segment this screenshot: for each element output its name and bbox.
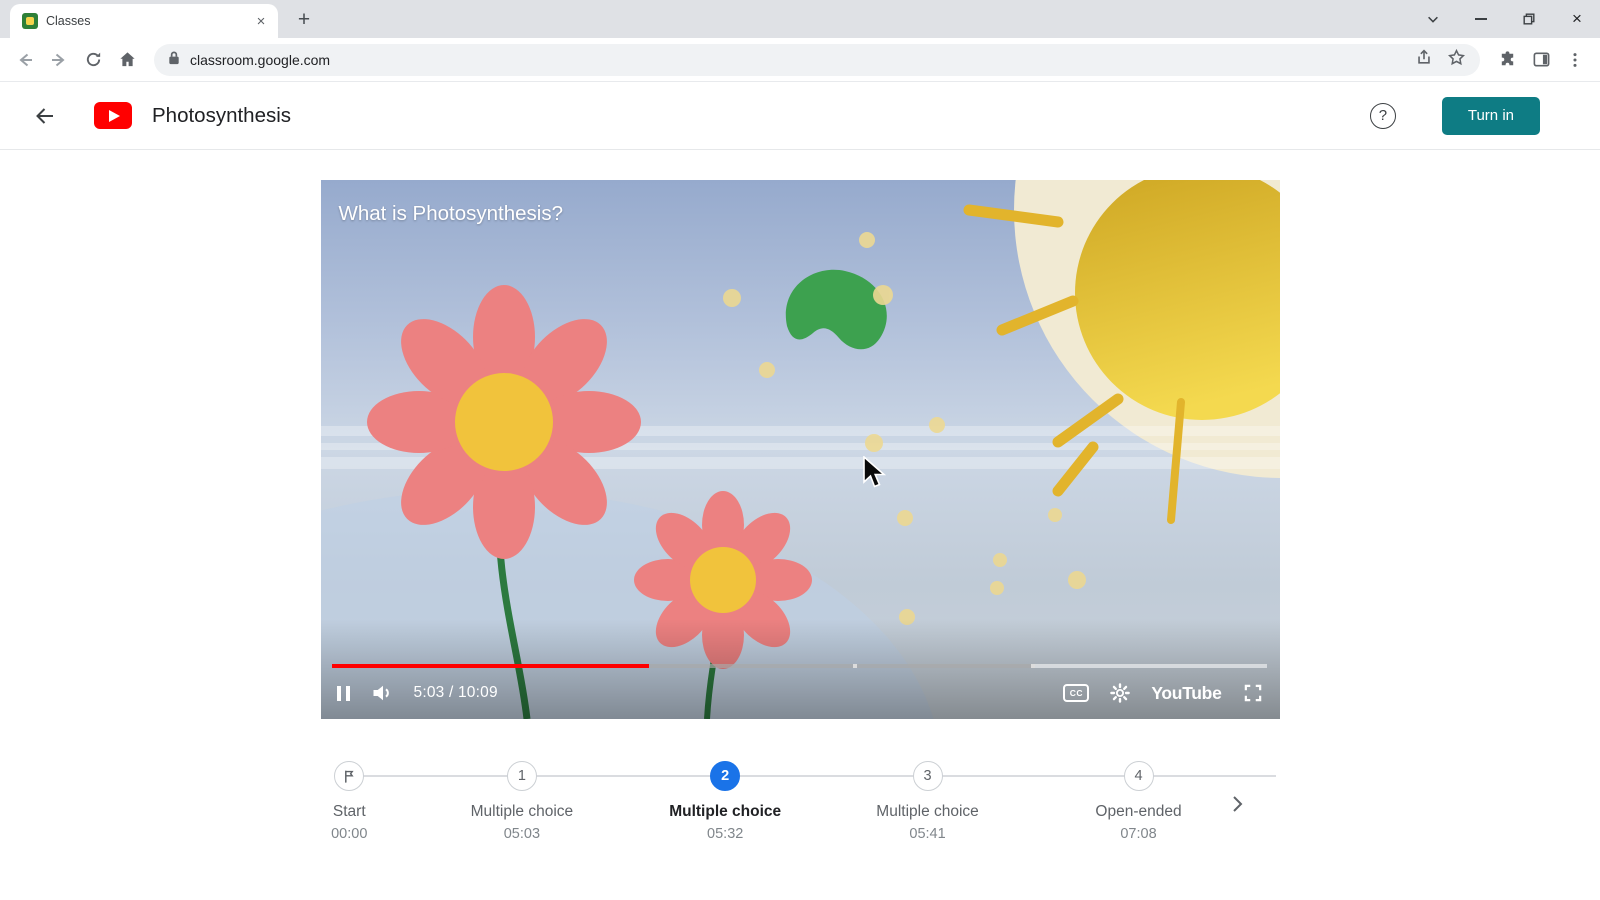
new-tab-button[interactable]: +	[290, 6, 318, 34]
extensions-icon[interactable]	[1492, 45, 1522, 75]
url-bar[interactable]: classroom.google.com	[154, 44, 1480, 76]
turn-in-button[interactable]: Turn in	[1442, 97, 1540, 135]
volume-icon[interactable]	[370, 681, 394, 705]
step-number: 4	[1124, 761, 1154, 791]
fullscreen-icon[interactable]	[1242, 682, 1264, 704]
timeline-step-label: Multiple choice	[669, 803, 781, 821]
close-icon[interactable]: ×	[1568, 10, 1586, 28]
address-bar: classroom.google.com	[0, 38, 1600, 82]
assignment-header: Photosynthesis ? Turn in	[0, 82, 1600, 150]
side-panel-icon[interactable]	[1526, 45, 1556, 75]
home-icon[interactable]	[112, 45, 142, 75]
youtube-logo-icon	[94, 102, 132, 129]
reload-icon[interactable]	[78, 45, 108, 75]
share-icon[interactable]	[1415, 48, 1433, 71]
timeline-step-1[interactable]: 1 Multiple choice 05:03	[427, 761, 617, 842]
captions-icon[interactable]: CC	[1063, 684, 1089, 702]
video-progress-played	[332, 664, 650, 668]
minimize-icon[interactable]	[1472, 10, 1490, 28]
timeline-step-time: 00:00	[331, 826, 367, 842]
chevron-down-icon[interactable]	[1424, 10, 1442, 28]
timeline-step-time: 05:41	[909, 826, 945, 842]
timeline-step-start[interactable]: Start 00:00	[254, 761, 444, 842]
flag-icon	[334, 761, 364, 791]
tab-strip: Classes × + ×	[0, 0, 1600, 38]
timeline-step-label: Multiple choice	[876, 803, 979, 821]
timeline-step-2[interactable]: 2 Multiple choice 05:32	[630, 761, 820, 842]
step-number: 2	[710, 761, 740, 791]
url-text: classroom.google.com	[190, 52, 1405, 68]
step-number: 1	[507, 761, 537, 791]
step-number: 3	[913, 761, 943, 791]
timeline-step-3[interactable]: 3 Multiple choice 05:41	[833, 761, 1023, 842]
video-progress-bar[interactable]	[332, 664, 1267, 668]
timeline-step-time: 05:03	[504, 826, 540, 842]
restore-icon[interactable]	[1520, 10, 1538, 28]
bookmark-star-icon[interactable]	[1447, 48, 1466, 72]
back-arrow-icon[interactable]	[30, 101, 60, 131]
question-timeline: Start 00:00 1 Multiple choice 05:03 2 Mu…	[321, 761, 1280, 881]
timeline-step-label: Open-ended	[1095, 803, 1181, 821]
progress-question-marker	[1031, 664, 1035, 668]
timeline-step-label: Start	[333, 803, 366, 821]
youtube-wordmark[interactable]: YouTube	[1151, 683, 1221, 704]
window-controls: ×	[1424, 0, 1586, 38]
classroom-favicon-icon	[22, 13, 38, 29]
tab-title: Classes	[46, 14, 244, 28]
pause-icon[interactable]	[337, 686, 350, 701]
lock-icon	[168, 50, 180, 70]
back-icon[interactable]	[10, 45, 40, 75]
tab-close-icon[interactable]: ×	[252, 12, 270, 30]
video-overlay-title: What is Photosynthesis?	[339, 202, 563, 226]
chevron-right-icon[interactable]	[1224, 791, 1250, 817]
timeline-step-time: 05:32	[707, 826, 743, 842]
timeline-step-4[interactable]: 4 Open-ended 07:08	[1044, 761, 1234, 842]
page-title: Photosynthesis	[152, 104, 291, 128]
browser-tab-classes[interactable]: Classes ×	[10, 4, 278, 38]
help-icon[interactable]: ?	[1370, 103, 1396, 129]
video-frame[interactable]	[321, 180, 1280, 719]
menu-icon[interactable]	[1560, 45, 1590, 75]
progress-question-marker	[853, 664, 857, 668]
timeline-step-time: 07:08	[1120, 826, 1156, 842]
settings-icon[interactable]	[1109, 682, 1131, 704]
timeline-step-label: Multiple choice	[471, 803, 574, 821]
player-controls: 5:03 / 10:09 CC YouTube	[337, 677, 1264, 709]
forward-icon[interactable]	[44, 45, 74, 75]
mouse-cursor-icon	[861, 456, 889, 495]
video-time: 5:03 / 10:09	[414, 684, 498, 702]
video-player[interactable]: What is Photosynthesis? 5:03 / 10:09 CC …	[321, 180, 1280, 719]
